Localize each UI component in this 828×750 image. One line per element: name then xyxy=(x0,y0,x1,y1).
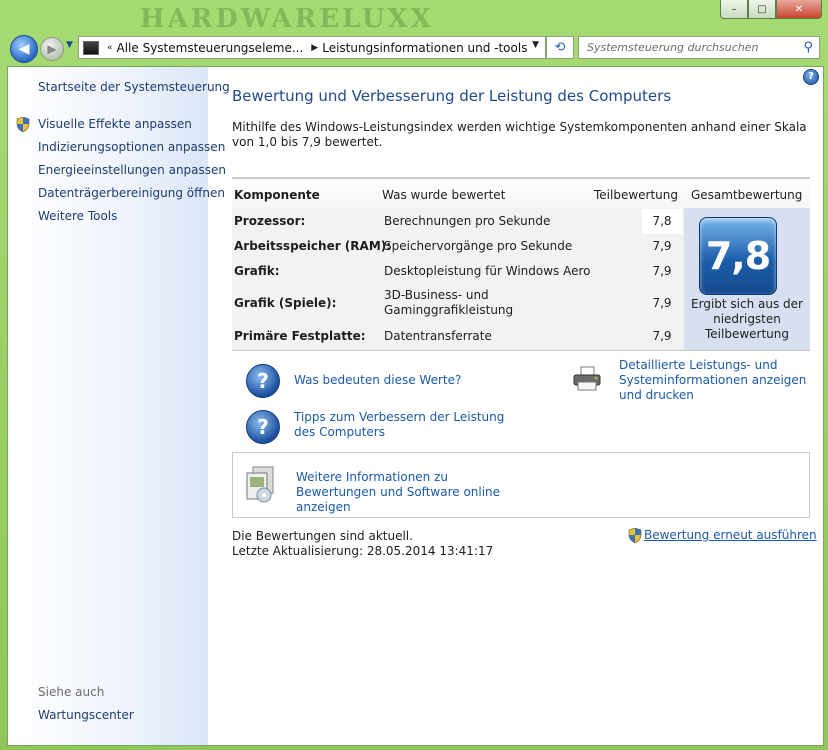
row-score-cpu: 7,8 xyxy=(642,209,682,234)
table-header: Komponente Was wurde bewertet Teilbewert… xyxy=(232,177,810,210)
row-component-cpu: Prozessor: xyxy=(234,214,306,228)
sidebar-item-disk-cleanup[interactable]: Datenträgerbereinigung öffnen xyxy=(38,185,226,208)
search-box[interactable]: ⚲ xyxy=(578,36,820,59)
sidebar-item-label: Visuelle Effekte anpassen xyxy=(38,117,192,131)
sidebar-item-more-tools[interactable]: Weitere Tools xyxy=(38,208,226,231)
row-what-ram: Speichervorgänge pro Sekunde xyxy=(384,239,573,253)
breadcrumb-control-panel[interactable]: Alle Systemsteuerungseleme... xyxy=(117,41,304,55)
window: HARDWARELUXX – □ ✕ ◀ ▶ ▼ « Alle Systemst… xyxy=(0,0,828,750)
sidebar-item-action-center[interactable]: Wartungscenter xyxy=(38,708,134,722)
sidebar-item-indexing[interactable]: Indizierungsoptionen anpassen xyxy=(38,139,226,162)
rerun-assessment-link[interactable]: Bewertung erneut ausführen xyxy=(628,528,817,543)
status-current: Die Bewertungen sind aktuell. xyxy=(232,529,413,543)
row-score-disk: 7,9 xyxy=(652,329,672,343)
printer-icon xyxy=(573,366,601,391)
row-what-disk: Datentransferrate xyxy=(384,329,492,343)
question-mark-icon: ? xyxy=(246,410,280,444)
page-title: Bewertung und Verbesserung der Leistung … xyxy=(232,87,672,105)
column-header-subscore: Teilbewertung xyxy=(594,188,679,202)
base-score-badge: 7,8 xyxy=(699,217,777,295)
main-panel: Bewertung und Verbesserung der Leistung … xyxy=(232,67,817,745)
question-mark-icon: ? xyxy=(246,364,280,398)
sidebar-item-visual-effects[interactable]: Visuelle Effekte anpassen xyxy=(16,116,226,139)
online-info-box: Weitere Informationen zu Bewertungen und… xyxy=(232,452,810,518)
minimize-button[interactable]: – xyxy=(720,0,748,19)
software-box-icon xyxy=(246,466,274,503)
status-last-update: Letzte Aktualisierung: 28.05.2014 13:41:… xyxy=(232,544,494,558)
column-header-component: Komponente xyxy=(234,188,320,202)
row-score-graphics: 7,9 xyxy=(652,264,672,278)
rerun-assessment-label: Bewertung erneut ausführen xyxy=(644,528,817,542)
sidebar-item-power[interactable]: Energieeinstellungen anpassen xyxy=(38,162,226,185)
chevron-right-icon[interactable]: « xyxy=(107,43,113,53)
intro-text: Mithilfe des Windows-Leistungsindex werd… xyxy=(232,120,807,149)
sidebar-home-link[interactable]: Startseite der Systemsteuerung xyxy=(38,80,230,94)
close-button[interactable]: ✕ xyxy=(776,0,822,19)
base-score-note: Ergibt sich aus der niedrigsten Teilbewe… xyxy=(691,297,803,341)
title-bar[interactable]: HARDWARELUXX – □ ✕ xyxy=(0,0,828,34)
back-button[interactable]: ◀ xyxy=(10,35,38,63)
see-also-heading: Siehe auch xyxy=(38,685,105,699)
column-header-what: Was wurde bewertet xyxy=(382,188,506,202)
search-icon[interactable]: ⚲ xyxy=(803,40,813,55)
row-what-cpu: Berechnungen pro Sekunde xyxy=(384,214,551,228)
refresh-icon: ⟲ xyxy=(554,40,566,55)
link-detailed-info[interactable]: Detaillierte Leistungs- und Systeminform… xyxy=(619,358,815,403)
link-online-info[interactable]: Weitere Informationen zu Bewertungen und… xyxy=(296,470,516,515)
refresh-button[interactable]: ⟲ xyxy=(546,36,574,59)
watermark-logo: HARDWARELUXX xyxy=(140,4,434,34)
row-score-gaming: 7,9 xyxy=(652,296,672,310)
row-component-ram: Arbeitsspeicher (RAM): xyxy=(234,239,392,253)
row-component-disk: Primäre Festplatte: xyxy=(234,329,366,343)
search-input[interactable] xyxy=(585,40,799,55)
breadcrumb-performance[interactable]: Leistungsinformationen und -tools xyxy=(322,41,527,55)
maximize-button[interactable]: □ xyxy=(748,0,776,19)
link-what-do-values-mean[interactable]: Was bedeuten diese Werte? xyxy=(294,373,461,388)
link-improve-tips[interactable]: Tipps zum Verbessern der Leistung des Co… xyxy=(294,410,514,440)
navigation-bar: ◀ ▶ ▼ « Alle Systemsteuerungseleme... ▶ … xyxy=(0,34,828,64)
address-bar[interactable]: « Alle Systemsteuerungseleme... ▶ Leistu… xyxy=(78,36,546,59)
row-what-gaming: 3D-Business- und Gaminggrafikleistung xyxy=(384,288,514,317)
column-header-total: Gesamtbewertung xyxy=(691,188,803,202)
address-dropdown-icon[interactable]: ▼ xyxy=(532,40,539,50)
row-component-graphics: Grafik: xyxy=(234,264,280,278)
recent-pages-dropdown-icon[interactable]: ▼ xyxy=(66,40,73,50)
content-area: Startseite der Systemsteuerung Visuelle … xyxy=(7,66,824,746)
uac-shield-icon xyxy=(628,528,642,543)
uac-shield-icon xyxy=(16,117,30,132)
chevron-right-icon[interactable]: ▶ xyxy=(311,43,318,53)
control-panel-icon xyxy=(83,40,99,55)
score-table: Prozessor: Berechnungen pro Sekunde 7,8 … xyxy=(232,208,810,351)
sidebar: Startseite der Systemsteuerung Visuelle … xyxy=(8,67,230,745)
row-what-graphics: Desktopleistung für Windows Aero xyxy=(384,264,591,278)
row-score-ram: 7,9 xyxy=(652,239,672,253)
forward-button[interactable]: ▶ xyxy=(40,37,64,61)
row-component-gaming: Grafik (Spiele): xyxy=(234,296,337,310)
sidebar-task-list: Visuelle Effekte anpassen Indizierungsop… xyxy=(16,116,226,231)
